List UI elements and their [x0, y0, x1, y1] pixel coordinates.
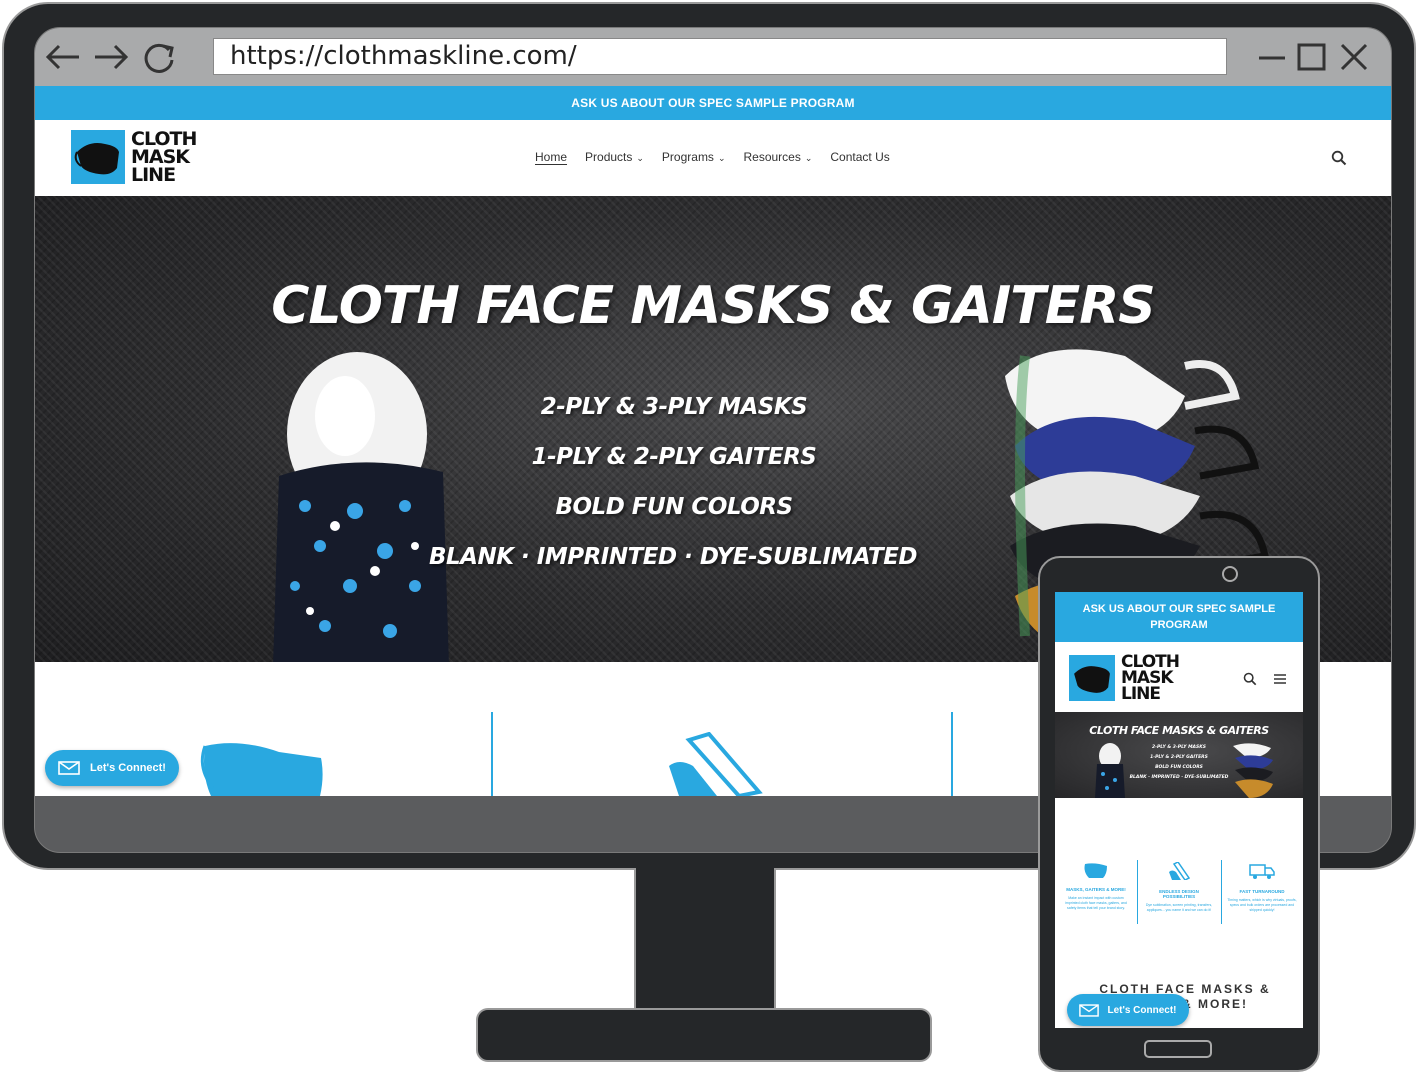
site-header: CLOTH MASK LINE Home Products ⌄ Programs ⌄… — [35, 120, 1391, 196]
monitor-stand-neck — [634, 868, 776, 1018]
announcement-bar[interactable]: ASK US ABOUT OUR SPEC SAMPLE PROGRAM — [35, 86, 1391, 120]
logo-line: LINE — [1121, 684, 1161, 704]
nav-label: Products — [585, 150, 633, 164]
mannequin-gaiter-image — [1095, 743, 1125, 798]
nav-label: Resources — [743, 150, 801, 164]
lets-connect-label: Let's Connect! — [1107, 1004, 1177, 1016]
mobile-feature: MASKS, GAITERS & MORE! Make an instant i… — [1061, 862, 1131, 911]
logo-wordmark: CLOTH MASK LINE — [1121, 654, 1180, 704]
mobile-site-logo[interactable]: CLOTH MASK LINE — [1069, 654, 1180, 704]
hero-line: 1-PLY & 2-PLY GAITERS — [1150, 755, 1208, 760]
address-bar[interactable]: https://clothmaskline.com/ — [213, 38, 1227, 75]
back-arrow-icon[interactable] — [43, 40, 83, 74]
hero-line: 2-PLY & 3-PLY MASKS — [540, 394, 808, 420]
monitor-stand-base — [476, 1008, 932, 1062]
mobile-lets-connect-button[interactable]: Let's Connect! — [1067, 994, 1189, 1026]
hero-line: 1-PLY & 2-PLY GAITERS — [531, 444, 817, 470]
mobile-hero-banner: CLOTH FACE MASKS & GAITERS 2-PLY & 3-PLY… — [1055, 712, 1303, 798]
feature-divider — [1221, 860, 1222, 924]
hamburger-menu-icon[interactable] — [1273, 672, 1287, 691]
mask-logo-icon — [1069, 655, 1115, 701]
envelope-icon — [58, 761, 80, 775]
envelope-icon — [1079, 1003, 1100, 1017]
nav-resources[interactable]: Resources ⌄ — [743, 150, 812, 164]
feature-divider — [491, 712, 493, 796]
logo-wordmark: CLOTH MASK LINE — [131, 130, 197, 186]
delivery-truck-icon — [1249, 864, 1275, 879]
hero-line: BLANK · IMPRINTED · DYE-SUBLIMATED — [1129, 775, 1229, 780]
lets-connect-label: Let's Connect! — [90, 762, 166, 774]
nav-programs[interactable]: Programs ⌄ — [662, 150, 726, 164]
feature-description: Make an instant impact with custom impri… — [1065, 896, 1127, 910]
feature-title: MASKS, GAITERS & MORE! — [1066, 887, 1126, 892]
feature-description: Timing matters, which is why virtuals, p… — [1227, 898, 1297, 912]
mobile-hero-title: CLOTH FACE MASKS & GAITERS — [1089, 724, 1269, 737]
nav-contact-us[interactable]: Contact Us — [830, 150, 889, 164]
search-icon[interactable] — [1243, 672, 1257, 691]
feature-title: ENDLESS DESIGN POSSIBILITIES — [1159, 889, 1199, 899]
design-tools-icon — [1169, 861, 1191, 881]
maximize-icon[interactable] — [1295, 40, 1329, 74]
mask-feature-icon — [200, 743, 323, 796]
hero-line: BOLD FUN COLORS — [555, 494, 793, 520]
nav-label: Programs — [661, 150, 714, 164]
hero-line: 2-PLY & 3-PLY MASKS — [1152, 745, 1206, 750]
close-icon[interactable] — [1337, 40, 1371, 74]
camera-icon — [1222, 566, 1238, 582]
search-icon[interactable] — [1331, 150, 1347, 171]
nav-home[interactable]: Home — [535, 150, 567, 164]
design-tools-icon — [669, 732, 763, 796]
hero-title: CLOTH FACE MASKS & GAITERS — [271, 276, 1156, 336]
nav-products[interactable]: Products ⌄ — [585, 150, 644, 164]
mobile-feature: ENDLESS DESIGN POSSIBILITIES Dye sublima… — [1144, 861, 1214, 913]
chevron-down-icon: ⌄ — [717, 153, 726, 163]
site-logo[interactable]: CLOTH MASK LINE — [71, 130, 197, 186]
mobile-announcement-bar[interactable]: ASK US ABOUT OUR SPEC SAMPLE PROGRAM — [1055, 592, 1303, 642]
mask-logo-icon — [71, 130, 125, 184]
logo-line: LINE — [131, 164, 176, 186]
minimize-icon[interactable] — [1255, 40, 1289, 74]
browser-chrome: https://clothmaskline.com/ — [35, 28, 1391, 86]
mobile-screen: ASK US ABOUT OUR SPEC SAMPLE PROGRAM CLO… — [1055, 592, 1303, 1028]
mobile-feature: FAST TURNAROUND Timing matters, which is… — [1227, 862, 1297, 913]
reload-icon[interactable] — [139, 40, 179, 74]
feature-divider — [951, 712, 953, 796]
feature-divider — [1137, 860, 1138, 924]
home-button[interactable] — [1144, 1040, 1212, 1058]
main-nav: Home Products ⌄ Programs ⌄ Resources ⌄ Cont… — [535, 150, 890, 164]
mobile-header: CLOTH MASK LINE — [1055, 642, 1303, 712]
lets-connect-button[interactable]: Let's Connect! — [45, 750, 179, 786]
feature-description: Dye sublimation, screen printing, transf… — [1145, 903, 1213, 912]
feature-title: FAST TURNAROUND — [1239, 889, 1285, 894]
chevron-down-icon: ⌄ — [804, 153, 813, 163]
forward-arrow-icon[interactable] — [91, 40, 131, 74]
hero-line: BOLD FUN COLORS — [1155, 765, 1203, 770]
mask-feature-icon — [1084, 863, 1107, 878]
chevron-down-icon: ⌄ — [636, 153, 644, 163]
